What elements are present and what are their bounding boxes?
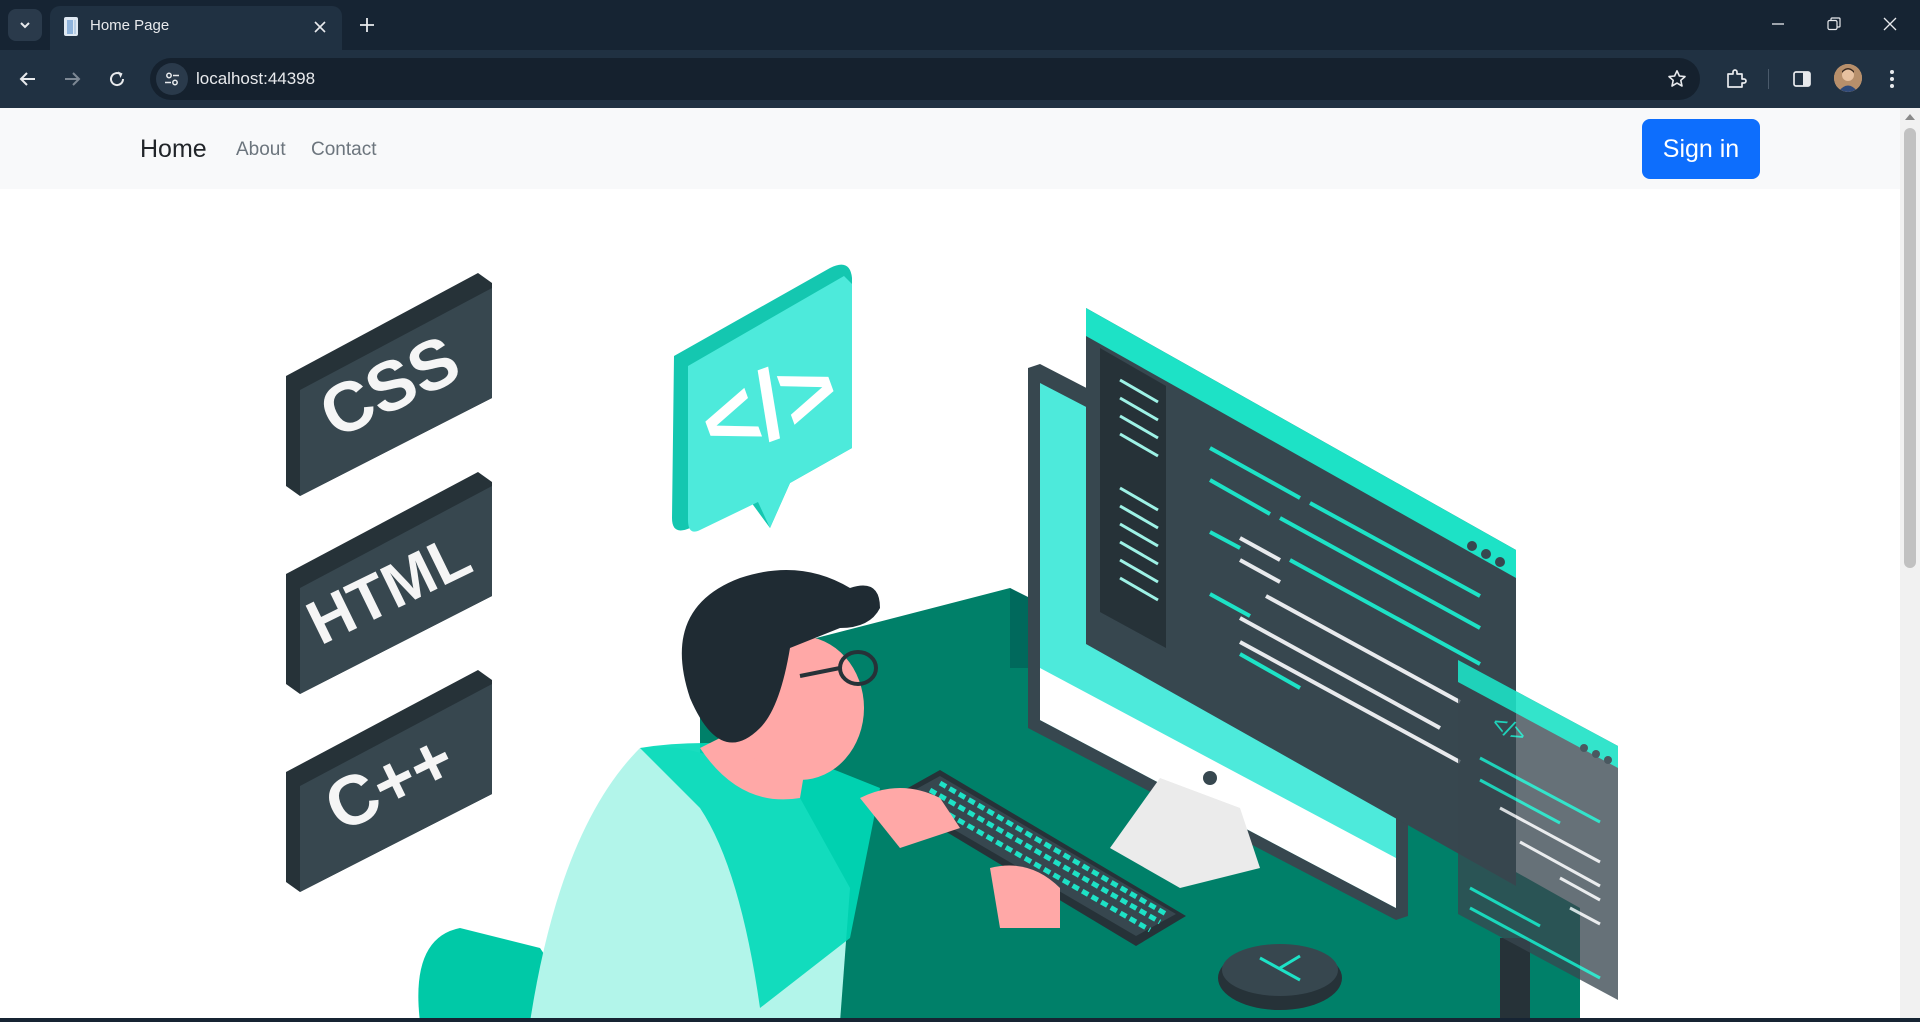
toolbar-divider bbox=[1768, 69, 1769, 89]
tile-html: HTML bbox=[286, 472, 492, 694]
plus-icon bbox=[360, 18, 374, 32]
page-scrollbar[interactable] bbox=[1900, 108, 1920, 1022]
url-text[interactable]: localhost:44398 bbox=[196, 69, 315, 89]
tile-cpp: C++ bbox=[286, 670, 492, 892]
minimize-button[interactable] bbox=[1750, 0, 1806, 48]
new-tab-button[interactable] bbox=[352, 10, 382, 40]
mouse bbox=[1218, 944, 1342, 1010]
address-bar[interactable]: localhost:44398 bbox=[150, 58, 1700, 100]
close-icon bbox=[1883, 17, 1897, 31]
reload-icon bbox=[110, 71, 125, 87]
page-icon bbox=[64, 17, 78, 36]
restore-button[interactable] bbox=[1806, 0, 1862, 48]
window-bottom-edge bbox=[0, 1018, 1920, 1022]
back-button[interactable] bbox=[12, 63, 44, 95]
browser-menu-button[interactable] bbox=[1876, 63, 1908, 95]
close-window-button[interactable] bbox=[1862, 0, 1918, 48]
forward-button[interactable] bbox=[56, 63, 88, 95]
tab-list-button[interactable] bbox=[8, 9, 42, 41]
side-panel-button[interactable] bbox=[1786, 63, 1818, 95]
minimize-icon bbox=[1772, 23, 1784, 25]
browser-tab-bar: Home Page bbox=[0, 0, 1920, 50]
arrow-left-icon bbox=[19, 72, 35, 86]
site-info-button[interactable] bbox=[156, 63, 188, 95]
close-icon bbox=[314, 21, 326, 33]
profile-avatar-image bbox=[1834, 64, 1862, 92]
star-icon bbox=[1668, 70, 1686, 87]
side-panel-icon bbox=[1793, 71, 1811, 87]
bookmark-button[interactable] bbox=[1664, 66, 1690, 92]
code-bubble: </> bbox=[672, 264, 853, 532]
scroll-thumb[interactable] bbox=[1904, 128, 1916, 568]
tab-title: Home Page bbox=[90, 17, 170, 34]
page-viewport: Home About Contact Sign in CSS HTML C++ … bbox=[0, 108, 1900, 1022]
browser-toolbar: localhost:44398 bbox=[0, 50, 1920, 108]
tile-css: CSS bbox=[286, 273, 492, 496]
puzzle-icon bbox=[1727, 69, 1747, 88]
arrow-right-icon bbox=[65, 72, 81, 86]
restore-icon bbox=[1827, 17, 1841, 31]
close-tab-button[interactable] bbox=[308, 15, 332, 39]
extensions-button[interactable] bbox=[1720, 63, 1752, 95]
kebab-menu-icon bbox=[1890, 70, 1894, 88]
avatar[interactable] bbox=[1834, 64, 1862, 92]
tune-icon bbox=[165, 72, 179, 86]
scroll-up-arrow-icon[interactable] bbox=[1905, 114, 1915, 120]
hero-illustration: CSS HTML C++ </> </> bbox=[286, 264, 1618, 1022]
reload-button[interactable] bbox=[101, 63, 133, 95]
chevron-down-icon bbox=[20, 22, 30, 29]
tab-home-page[interactable]: Home Page bbox=[50, 6, 342, 50]
